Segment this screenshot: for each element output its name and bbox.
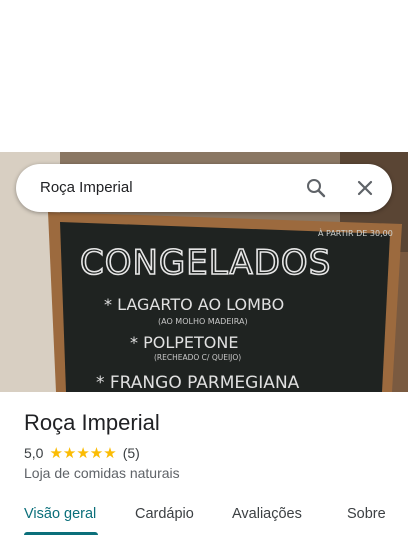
board-line-2-sub: (RECHEADO C/ QUEIJO) xyxy=(154,353,241,362)
place-category: Loja de comidas naturais xyxy=(24,465,180,481)
tab-about[interactable]: Sobre xyxy=(347,506,386,522)
search-icon[interactable] xyxy=(304,176,328,200)
search-input[interactable]: Roça Imperial xyxy=(40,179,133,196)
star-icons: ★★★★★ xyxy=(49,445,117,462)
board-heading: CONGELADOS xyxy=(80,243,331,283)
board-line-2: * POLPETONE xyxy=(130,333,238,352)
tab-menu[interactable]: Cardápio xyxy=(135,506,194,522)
board-line-1: * LAGARTO AO LOMBO xyxy=(104,295,284,314)
close-icon[interactable] xyxy=(353,176,377,200)
review-count: (5) xyxy=(122,445,140,461)
rating-row[interactable]: 5,0 ★★★★★ (5) xyxy=(24,444,140,462)
map-blank-area xyxy=(0,0,408,152)
tab-reviews[interactable]: Avaliações xyxy=(232,506,302,522)
board-line-3: * FRANGO PARMEGIANA xyxy=(96,373,300,392)
active-tab-indicator xyxy=(24,532,98,535)
tab-overview[interactable]: Visão geral xyxy=(24,506,96,522)
rating-value: 5,0 xyxy=(24,445,44,461)
place-title: Roça Imperial xyxy=(24,410,160,435)
search-bar[interactable]: Roça Imperial xyxy=(16,164,392,212)
place-info-panel: Roça Imperial 5,0 ★★★★★ (5) Loja de comi… xyxy=(0,392,408,544)
board-line-1-sub: (AO MOLHO MADEIRA) xyxy=(158,317,248,326)
board-note: À PARTIR DE 30,00 xyxy=(318,227,393,238)
tab-bar: Visão geral Cardápio Avaliações Sobre xyxy=(0,496,408,544)
